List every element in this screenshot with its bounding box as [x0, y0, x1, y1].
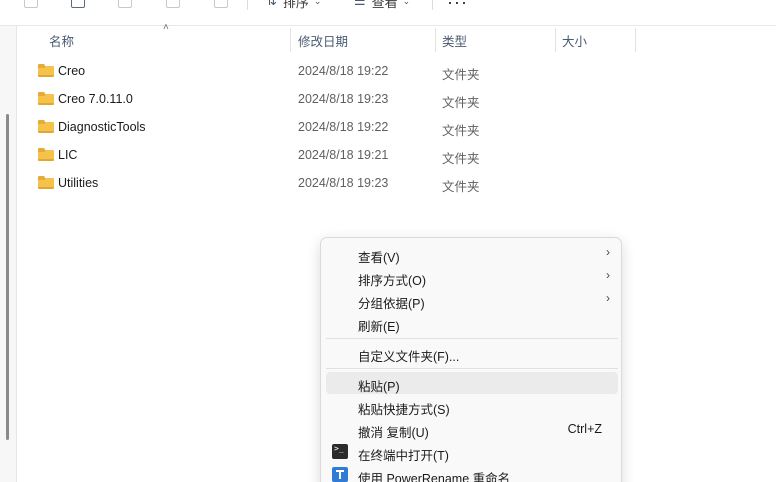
menu-item-undo-copy[interactable]: 撤消 复制(U) Ctrl+Z — [326, 418, 618, 440]
menu-item-label: 刷新(E) — [358, 320, 400, 334]
rename-icon — [118, 0, 132, 8]
column-divider[interactable] — [635, 28, 636, 52]
menu-item-powerrename[interactable]: 使用 PowerRename 重命名 — [326, 464, 618, 482]
file-modified: 2024/8/18 19:23 — [298, 92, 389, 106]
file-name: Creo — [58, 64, 86, 78]
toolbar-divider — [432, 0, 433, 10]
file-name: DiagnosticTools — [58, 120, 146, 134]
menu-item-paste-shortcut[interactable]: 粘贴快捷方式(S) — [326, 395, 618, 417]
file-modified: 2024/8/18 19:21 — [298, 148, 389, 162]
folder-icon — [38, 64, 54, 77]
folder-icon — [38, 148, 54, 161]
context-menu: 查看(V) › 排序方式(O) › 分组依据(P) › 刷新(E) 自定义文件夹… — [320, 237, 622, 482]
share-icon — [166, 0, 180, 8]
file-modified: 2024/8/18 19:22 — [298, 64, 389, 78]
keyboard-shortcut: Ctrl+Z — [567, 422, 602, 436]
menu-item-label: 撤消 复制(U) — [358, 426, 429, 440]
file-name: Creo 7.0.11.0 — [58, 92, 133, 106]
file-modified: 2024/8/18 19:22 — [298, 120, 389, 134]
menu-item-label: 在终端中打开(T) — [358, 449, 449, 463]
sort-label: 排序 — [282, 0, 309, 10]
copy-button[interactable] — [24, 0, 38, 10]
navigation-pane-edge — [0, 26, 17, 482]
file-type: 文件夹 — [442, 152, 480, 166]
menu-item-paste[interactable]: 粘贴(P) — [326, 372, 618, 394]
file-type: 文件夹 — [442, 68, 480, 82]
menu-item-label: 查看(V) — [358, 251, 400, 265]
menu-item-label: 粘贴快捷方式(S) — [358, 403, 450, 417]
rename-button[interactable] — [118, 0, 132, 10]
sort-ascending-icon: ˄ — [163, 22, 169, 33]
menu-item-label: 自定义文件夹(F)... — [358, 350, 460, 364]
paste-icon — [71, 0, 85, 8]
menu-divider — [326, 338, 618, 339]
file-type: 文件夹 — [442, 124, 480, 138]
file-name: Utilities — [58, 176, 99, 190]
file-modified: 2024/8/18 19:23 — [298, 176, 389, 190]
toolbar-divider — [247, 0, 248, 10]
menu-item-group-by[interactable]: 分组依据(P) › — [326, 289, 618, 311]
menu-item-label: 粘贴(P) — [358, 380, 400, 394]
file-name: LIC — [58, 148, 78, 162]
trash-icon — [214, 0, 228, 8]
sort-icon: ⇅ — [266, 0, 277, 8]
delete-button[interactable] — [214, 0, 228, 10]
chevron-down-icon: ⌄ — [402, 0, 411, 6]
menu-item-label: 使用 PowerRename 重命名 — [358, 472, 511, 482]
menu-item-refresh[interactable]: 刷新(E) — [326, 312, 618, 334]
column-divider[interactable] — [290, 28, 291, 52]
file-type: 文件夹 — [442, 180, 480, 194]
terminal-icon — [332, 444, 348, 459]
nav-scrollbar[interactable] — [6, 114, 9, 440]
view-label: 查看 — [371, 0, 398, 10]
file-type: 文件夹 — [442, 96, 480, 110]
menu-item-view[interactable]: 查看(V) › — [326, 243, 618, 265]
file-row[interactable]: Utilities 2024/8/18 19:23 文件夹 — [30, 170, 760, 198]
view-button[interactable]: ☰ 查看 ⌄ — [354, 0, 410, 10]
chevron-right-icon: › — [606, 245, 610, 259]
file-row[interactable]: Creo 7.0.11.0 2024/8/18 19:23 文件夹 — [30, 86, 760, 114]
chevron-right-icon: › — [606, 268, 610, 282]
folder-icon — [38, 92, 54, 105]
chevron-right-icon: › — [606, 291, 610, 305]
share-button[interactable] — [166, 0, 180, 10]
menu-divider — [326, 368, 618, 369]
column-header-modified[interactable]: 修改日期 — [298, 28, 348, 52]
menu-item-label: 分组依据(P) — [358, 297, 425, 311]
powerrename-icon — [332, 467, 348, 482]
folder-icon — [38, 176, 54, 189]
view-icon: ☰ — [354, 0, 366, 8]
column-header-size[interactable]: 大小 — [562, 28, 587, 52]
folder-icon — [38, 120, 54, 133]
column-header-type[interactable]: 类型 — [442, 28, 467, 52]
menu-item-open-in-terminal[interactable]: 在终端中打开(T) — [326, 441, 618, 463]
column-header-name[interactable]: 名称 — [49, 28, 74, 52]
file-row[interactable]: DiagnosticTools 2024/8/18 19:22 文件夹 — [30, 114, 760, 142]
column-divider[interactable] — [435, 28, 436, 52]
sort-button[interactable]: ⇅ 排序 ⌄ — [266, 0, 321, 10]
menu-item-label: 排序方式(O) — [358, 274, 427, 288]
chevron-down-icon: ⌄ — [313, 0, 322, 6]
file-row[interactable]: Creo 2024/8/18 19:22 文件夹 — [30, 58, 760, 86]
file-row[interactable]: LIC 2024/8/18 19:21 文件夹 — [30, 142, 760, 170]
paste-button[interactable] — [71, 0, 85, 10]
menu-item-customize-folder[interactable]: 自定义文件夹(F)... — [326, 342, 618, 364]
command-bar: ⇅ 排序 ⌄ ☰ 查看 ⌄ ··· — [0, 0, 776, 26]
column-divider[interactable] — [555, 28, 556, 52]
copy-icon — [24, 0, 38, 8]
more-options-button[interactable]: ··· — [447, 0, 468, 13]
menu-item-sort-by[interactable]: 排序方式(O) › — [326, 266, 618, 288]
